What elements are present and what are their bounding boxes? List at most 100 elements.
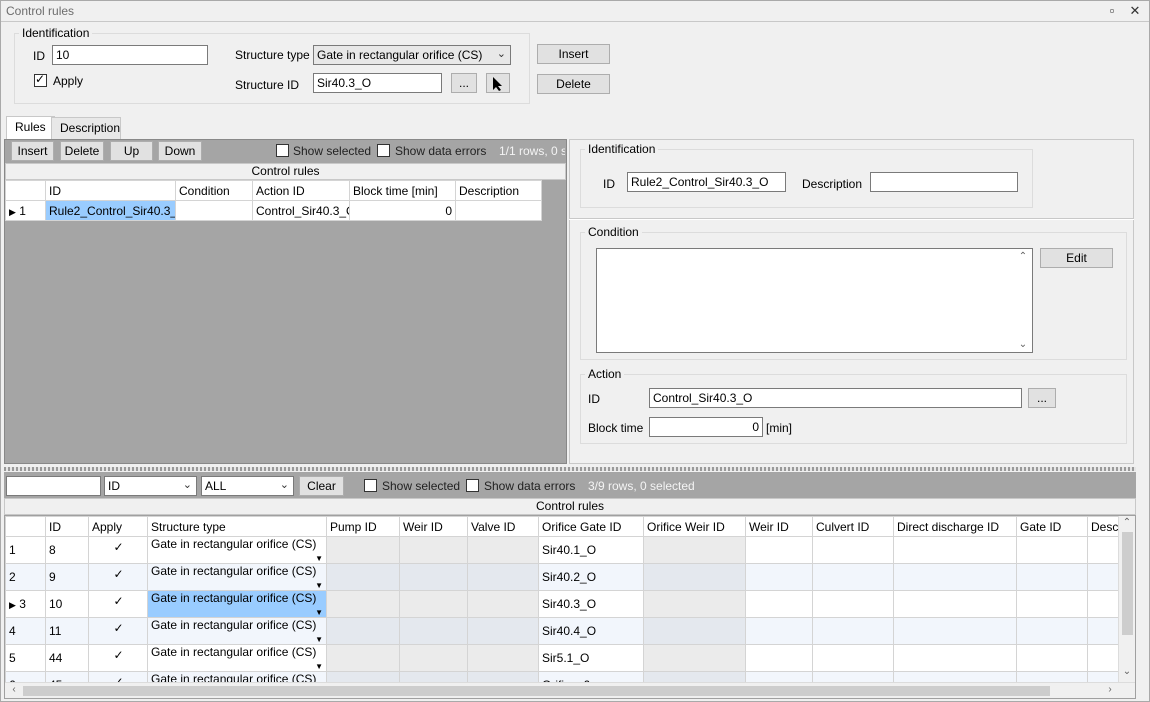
id-cell[interactable]: 11 <box>45 617 89 645</box>
insert-button[interactable]: Insert <box>537 44 610 64</box>
scroll-down-icon[interactable]: ⌄ <box>1016 339 1030 350</box>
table-row[interactable]: ▶ 1 Rule2_Control_Sir40.3_O Control_Sir4… <box>5 200 542 221</box>
apply-cell[interactable] <box>88 644 148 672</box>
rule-block-time-cell[interactable]: 0 <box>349 200 456 221</box>
action-browse-button[interactable]: ... <box>1028 388 1056 408</box>
weir-id-cell[interactable] <box>400 699 468 700</box>
main-col-valve-id[interactable]: Valve ID <box>467 516 539 537</box>
table-row[interactable]: 18 Gate in rectangular orifice (CS)▼ Sir40… <box>5 536 1135 564</box>
orifice-weir-id-cell[interactable] <box>643 536 746 564</box>
weir-id-cell[interactable] <box>399 644 468 672</box>
close-icon[interactable]: ✕ <box>1127 3 1143 19</box>
orifice-gate-id-cell[interactable]: Sir5.1_O <box>538 644 644 672</box>
splitter-handle[interactable] <box>4 467 1136 471</box>
condition-textarea[interactable]: ⌃ ⌄ <box>596 248 1033 353</box>
filter-field-select[interactable]: ID ⌄ <box>104 476 197 496</box>
culvert-id-cell[interactable] <box>812 617 894 645</box>
orifice-gate-id-cell[interactable]: Orifice_7 <box>539 699 644 700</box>
direct-discharge-id-cell[interactable] <box>893 563 1017 591</box>
weir-id-2-cell[interactable] <box>745 617 813 645</box>
gate-id-cell[interactable] <box>1016 644 1088 672</box>
id-input[interactable]: 10 <box>52 45 208 65</box>
orifice-gate-id-cell[interactable]: Sir40.4_O <box>538 617 644 645</box>
detail-description-input[interactable] <box>870 172 1018 192</box>
main-col-weir-id[interactable]: Weir ID <box>399 516 468 537</box>
rule-action-id-cell[interactable]: Control_Sir40.3_O <box>252 200 350 221</box>
apply-cell[interactable] <box>88 536 148 564</box>
apply-check-icon[interactable] <box>113 621 124 635</box>
pick-structure-button[interactable] <box>486 73 510 93</box>
chevron-down-icon[interactable]: ▼ <box>315 635 323 644</box>
scroll-up-icon[interactable]: ⌃ <box>1016 251 1030 262</box>
orifice-gate-id-cell[interactable]: Sir40.1_O <box>538 536 644 564</box>
chevron-down-icon[interactable]: ▼ <box>315 662 323 671</box>
pump-id-cell[interactable] <box>326 590 400 618</box>
filter-clear-button[interactable]: Clear <box>299 476 344 496</box>
tab-rules[interactable]: Rules <box>6 116 55 140</box>
pump-id-cell[interactable] <box>326 536 400 564</box>
apply-cell[interactable] <box>88 563 148 591</box>
weir-id-cell[interactable] <box>399 563 468 591</box>
edit-condition-button[interactable]: Edit <box>1040 248 1113 268</box>
direct-discharge-id-cell[interactable] <box>893 590 1017 618</box>
weir-id-cell[interactable] <box>399 536 468 564</box>
valve-id-cell[interactable] <box>467 644 539 672</box>
gate-id-cell[interactable] <box>1016 590 1088 618</box>
main-col-direct-discharge-id[interactable]: Direct discharge ID <box>893 516 1017 537</box>
culvert-id-cell[interactable] <box>813 699 894 700</box>
structure-type-select[interactable]: Gate in rectangular orifice (CS) ⌄ <box>313 45 511 65</box>
culvert-id-cell[interactable] <box>812 590 894 618</box>
main-col-id[interactable]: ID <box>45 516 89 537</box>
culvert-id-cell[interactable] <box>812 563 894 591</box>
chevron-down-icon[interactable]: ▼ <box>315 554 323 563</box>
block-time-input[interactable]: 0 <box>649 417 763 437</box>
pump-id-cell[interactable] <box>326 563 400 591</box>
rules-down-button[interactable]: Down <box>158 141 202 161</box>
gate-id-cell[interactable] <box>1016 563 1088 591</box>
rules-col-block-time[interactable]: Block time [min] <box>349 180 456 201</box>
apply-cell[interactable] <box>89 699 148 700</box>
valve-id-cell[interactable] <box>467 617 539 645</box>
tab-description[interactable]: Description <box>51 117 121 139</box>
main-col-pump-id[interactable]: Pump ID <box>326 516 400 537</box>
table-row[interactable]: 29 Gate in rectangular orifice (CS)▼ Sir40… <box>5 563 1135 591</box>
rules-col-id[interactable]: ID <box>45 180 176 201</box>
table-row[interactable]: 411 Gate in rectangular orifice (CS)▼ Sir4… <box>5 617 1135 645</box>
weir-id-cell[interactable] <box>399 590 468 618</box>
apply-cell[interactable] <box>88 590 148 618</box>
culvert-id-cell[interactable] <box>812 644 894 672</box>
structure-type-cell[interactable]: Gate in rectangular orifice (CS)▼ <box>147 590 327 618</box>
main-col-apply[interactable]: Apply <box>88 516 148 537</box>
orifice-weir-id-cell[interactable] <box>643 617 746 645</box>
rules-show-errors-checkbox[interactable] <box>377 144 390 157</box>
weir-id-2-cell[interactable] <box>746 699 813 700</box>
valve-id-cell[interactable] <box>467 590 539 618</box>
id-cell[interactable]: 46 <box>46 699 89 700</box>
restore-icon[interactable]: ▫ <box>1104 3 1120 19</box>
rule-id-cell[interactable]: Rule2_Control_Sir40.3_O <box>45 200 176 221</box>
direct-discharge-id-cell[interactable] <box>893 536 1017 564</box>
pump-id-cell[interactable] <box>326 644 400 672</box>
main-col-orifice-weir-id[interactable]: Orifice Weir ID <box>643 516 746 537</box>
rules-up-button[interactable]: Up <box>110 141 153 161</box>
action-id-input[interactable]: Control_Sir40.3_O <box>649 388 1022 408</box>
filter-show-errors-checkbox[interactable] <box>466 479 479 492</box>
main-col-structure-type[interactable]: Structure type <box>147 516 327 537</box>
gate-id-cell[interactable] <box>1017 699 1088 700</box>
rules-col-description[interactable]: Description <box>455 180 542 201</box>
weir-id-2-cell[interactable] <box>745 563 813 591</box>
rules-delete-button[interactable]: Delete <box>60 141 104 161</box>
scroll-left-icon[interactable]: ‹ <box>7 684 21 695</box>
structure-id-input[interactable]: Sir40.3_O <box>313 73 442 93</box>
structure-type-cell[interactable]: Gate in rectangular orifice (CS)▼ <box>147 536 327 564</box>
structure-type-cell[interactable]: Gate in rectangular orifice (CS)▼ <box>148 699 327 700</box>
rule-description-cell[interactable] <box>455 200 542 221</box>
rules-col-condition[interactable]: Condition <box>175 180 253 201</box>
orifice-weir-id-cell[interactable] <box>643 644 746 672</box>
culvert-id-cell[interactable] <box>812 536 894 564</box>
detail-id-input[interactable]: Rule2_Control_Sir40.3_O <box>627 172 786 192</box>
main-col-weir-id-2[interactable]: Weir ID <box>745 516 813 537</box>
delete-button[interactable]: Delete <box>537 74 610 94</box>
main-col-culvert-id[interactable]: Culvert ID <box>812 516 894 537</box>
orifice-weir-id-cell[interactable] <box>643 563 746 591</box>
